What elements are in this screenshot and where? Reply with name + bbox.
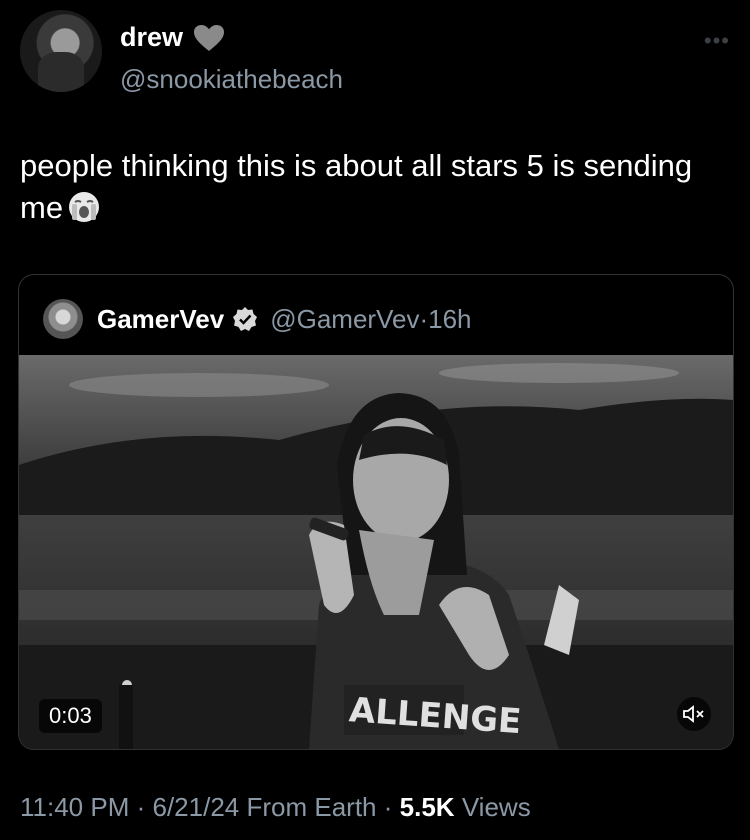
quoted-header: GamerVev @GamerVev·16h	[43, 299, 472, 339]
quoted-handle[interactable]: @GamerVev·16h	[270, 304, 471, 335]
quoted-separator: ·	[419, 303, 429, 334]
tweet-header: drew @snookiathebeach •••	[20, 10, 730, 100]
verified-badge-icon	[233, 307, 258, 331]
meta-dot-1: ·	[136, 792, 146, 822]
quoted-tweet[interactable]: GamerVev @GamerVev·16h ALLENGE 0:03	[18, 274, 734, 750]
author-handle[interactable]: @snookiathebeach	[120, 64, 343, 95]
video-player[interactable]: ALLENGE 0:03	[19, 355, 733, 749]
author-name-row: drew	[120, 22, 225, 53]
tweet-body: people thinking this is about all stars …	[20, 148, 693, 225]
tweet-text: people thinking this is about all stars …	[20, 145, 730, 229]
speaker-muted-glyph	[683, 705, 704, 723]
author-display-name[interactable]: drew	[120, 22, 183, 53]
mute-icon[interactable]	[677, 697, 711, 731]
loudly-crying-face-icon	[69, 192, 100, 222]
tweet-time[interactable]: 11:40 PM	[20, 792, 129, 822]
video-timestamp: 0:03	[39, 699, 102, 733]
grey-heart-icon	[194, 24, 225, 51]
quoted-time: 16h	[428, 303, 472, 334]
views-count[interactable]: 5.5K	[400, 792, 455, 822]
quoted-display-name[interactable]: GamerVev	[97, 304, 224, 335]
video-frame: ALLENGE	[19, 355, 733, 749]
tweet-date[interactable]: 6/21/24	[153, 792, 240, 822]
tweet-source: From Earth	[246, 792, 377, 822]
quoted-handle-text: @GamerVev	[270, 303, 420, 334]
meta-dot-2: ·	[383, 792, 393, 822]
more-icon[interactable]: •••	[704, 28, 730, 54]
author-avatar[interactable]	[20, 10, 102, 92]
views-label: Views	[461, 792, 531, 822]
quoted-avatar[interactable]	[43, 299, 83, 339]
tweet-meta: 11:40 PM · 6/21/24 From Earth · 5.5K Vie…	[20, 792, 531, 823]
